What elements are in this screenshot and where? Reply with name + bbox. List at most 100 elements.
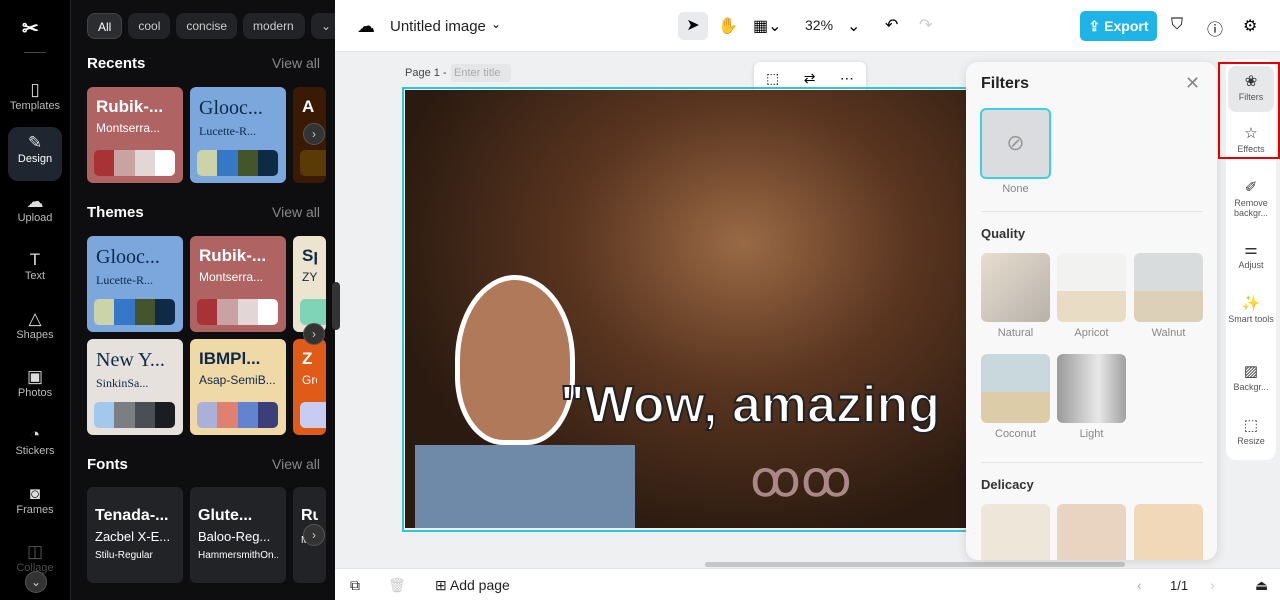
rail-item-upload[interactable]: ☁ Upload [8,186,62,240]
section-title: Recents [87,55,146,72]
filters-title: Filters [981,75,1030,92]
theme-card[interactable]: Glooc... Lucette-R... [87,236,183,332]
next-page-icon[interactable]: › [1210,577,1215,593]
card-title: New Y... [96,349,165,371]
background-icon: ▨ [1243,363,1259,380]
undo-icon[interactable]: ↶ [885,15,898,35]
next-arrow-button[interactable]: › [303,524,325,546]
section-title: Themes [87,204,144,221]
divider [981,211,1203,212]
font-card[interactable]: Glute... Baloo-Reg... HammersmithOn... [190,487,286,583]
chip-all[interactable]: All [87,13,123,39]
filter-natural[interactable] [981,253,1050,322]
theme-card[interactable]: Glooc... Lucette-R... [190,87,286,183]
rail-label: Text [24,270,46,282]
add-page-label: Add page [449,577,510,593]
more-icon[interactable]: ⋯ [840,70,854,87]
rail-item-design[interactable]: ✎ Design [8,127,62,181]
crop-icon[interactable]: ⬚ [766,70,779,87]
magic-wand-icon: ✨ [1241,295,1261,312]
tool-remove-background[interactable]: ✐ Remove backgr... [1228,178,1274,218]
card-title: Glooc... [96,246,160,268]
theme-card[interactable]: Rubik-... Montserra... [87,87,183,183]
rail-item-shapes[interactable]: △ Shapes [8,303,62,357]
chip-modern[interactable]: modern [243,13,306,39]
tool-resize[interactable]: ⬚ Resize [1228,416,1274,446]
prev-page-icon[interactable]: ‹ [1137,577,1142,593]
document-title[interactable]: Untitled image [390,18,486,35]
redo-icon[interactable]: ↷ [919,15,932,35]
add-page-button[interactable]: ⊞ Add page [435,577,510,594]
rail-item-stickers[interactable]: ◔ Stickers [8,419,62,473]
theme-card[interactable]: IBMPl... Asap-SemiB... [190,339,286,435]
filter-delicacy-1[interactable] [981,504,1050,560]
filter-none[interactable]: ⊘ [980,108,1051,179]
layout-icon[interactable]: ▦⌄ [753,16,782,36]
rail-item-photos[interactable]: ▣ Photos [8,361,62,415]
theme-card[interactable]: Z Gro [293,339,326,435]
help-icon[interactable]: ⓘ [1207,16,1223,40]
panel-collapse-handle[interactable] [332,282,340,330]
view-all-link[interactable]: View all [272,204,320,220]
color-swatch [197,402,218,428]
view-all-link[interactable]: View all [272,55,320,71]
font-name: Ru [301,507,318,524]
chip-cool[interactable]: cool [128,13,171,39]
page-count: 1/1 [1170,578,1189,593]
filter-walnut[interactable] [1134,253,1203,322]
delete-page-icon[interactable]: 🗑 [388,577,406,594]
cloud-icon: ☁ [357,16,375,36]
upload-icon: ☁ [26,192,44,211]
select-tool-icon[interactable]: ➤ [678,12,708,40]
tool-background[interactable]: ▨ Backgr... [1228,362,1274,392]
shield-icon[interactable]: ⛉ [1171,16,1183,34]
tool-smart-tools[interactable]: ✨ Smart tools [1228,294,1274,324]
tool-adjust[interactable]: ⚌ Adjust [1228,240,1274,270]
rail-item-text[interactable]: T Text [8,244,62,298]
font-card[interactable]: Tenada-... Zacbel X-E... Stilu-Regular [87,487,183,583]
remove-background-icon: ✐ [1244,179,1258,196]
filter-delicacy-3[interactable] [1134,504,1203,560]
filter-light[interactable] [1057,354,1126,423]
next-arrow-button[interactable]: › [303,123,325,145]
settings-icon[interactable]: ⚙ [1243,16,1257,36]
view-all-link[interactable]: View all [272,456,320,472]
capcut-logo-icon: ✂ [22,18,39,40]
filter-coconut[interactable] [981,354,1050,423]
close-icon[interactable]: ✕ [1185,73,1200,94]
hand-tool-icon[interactable]: ✋ [718,16,738,36]
rail-label: Frames [16,504,54,516]
section-title: Fonts [87,456,128,473]
rail-item-templates[interactable]: ▯ Templates [8,74,62,128]
theme-card[interactable]: New Y... SinkinSa... [87,339,183,435]
card-subtitle: Asap-SemiB... [199,373,276,387]
export-button[interactable]: ⇪ Export [1080,11,1157,41]
color-swatch [134,299,155,325]
font-name: Baloo-Reg... [198,529,271,544]
stickers-icon: ◔ [29,425,41,444]
card-title: Z [302,349,313,368]
duplicate-page-icon[interactable]: ⧉ [350,577,360,594]
filter-delicacy-2[interactable] [1057,504,1126,560]
page-title-input[interactable]: Enter title [451,64,511,82]
color-palette [94,150,175,176]
zoom-dropdown-icon[interactable]: ⌄ [847,16,860,36]
replace-icon[interactable]: ⇄ [804,70,816,87]
quality-heading: Quality [981,226,1026,241]
chip-concise[interactable]: concise [176,13,238,39]
text-icon: T [29,250,41,269]
card-title: Glooc... [199,97,263,119]
filter-apricot[interactable] [1057,253,1126,322]
rail-expand-button[interactable]: ⌄ [25,571,47,593]
theme-card[interactable]: Sp ZY [293,236,326,332]
theme-card[interactable]: Rubik-... Montserra... [190,236,286,332]
chevron-down-icon[interactable]: ⌄ [491,17,501,31]
card-title: IBMPl... [199,349,261,368]
color-swatch [154,150,175,176]
horizontal-scrollbar[interactable] [705,562,1125,567]
card-subtitle: Lucette-R... [199,124,256,138]
zoom-level[interactable]: 32% [805,17,833,33]
pages-panel-icon[interactable]: ⏏ [1255,577,1268,594]
next-arrow-button[interactable]: › [303,323,325,345]
rail-item-frames[interactable]: ◙ Frames [8,478,62,532]
